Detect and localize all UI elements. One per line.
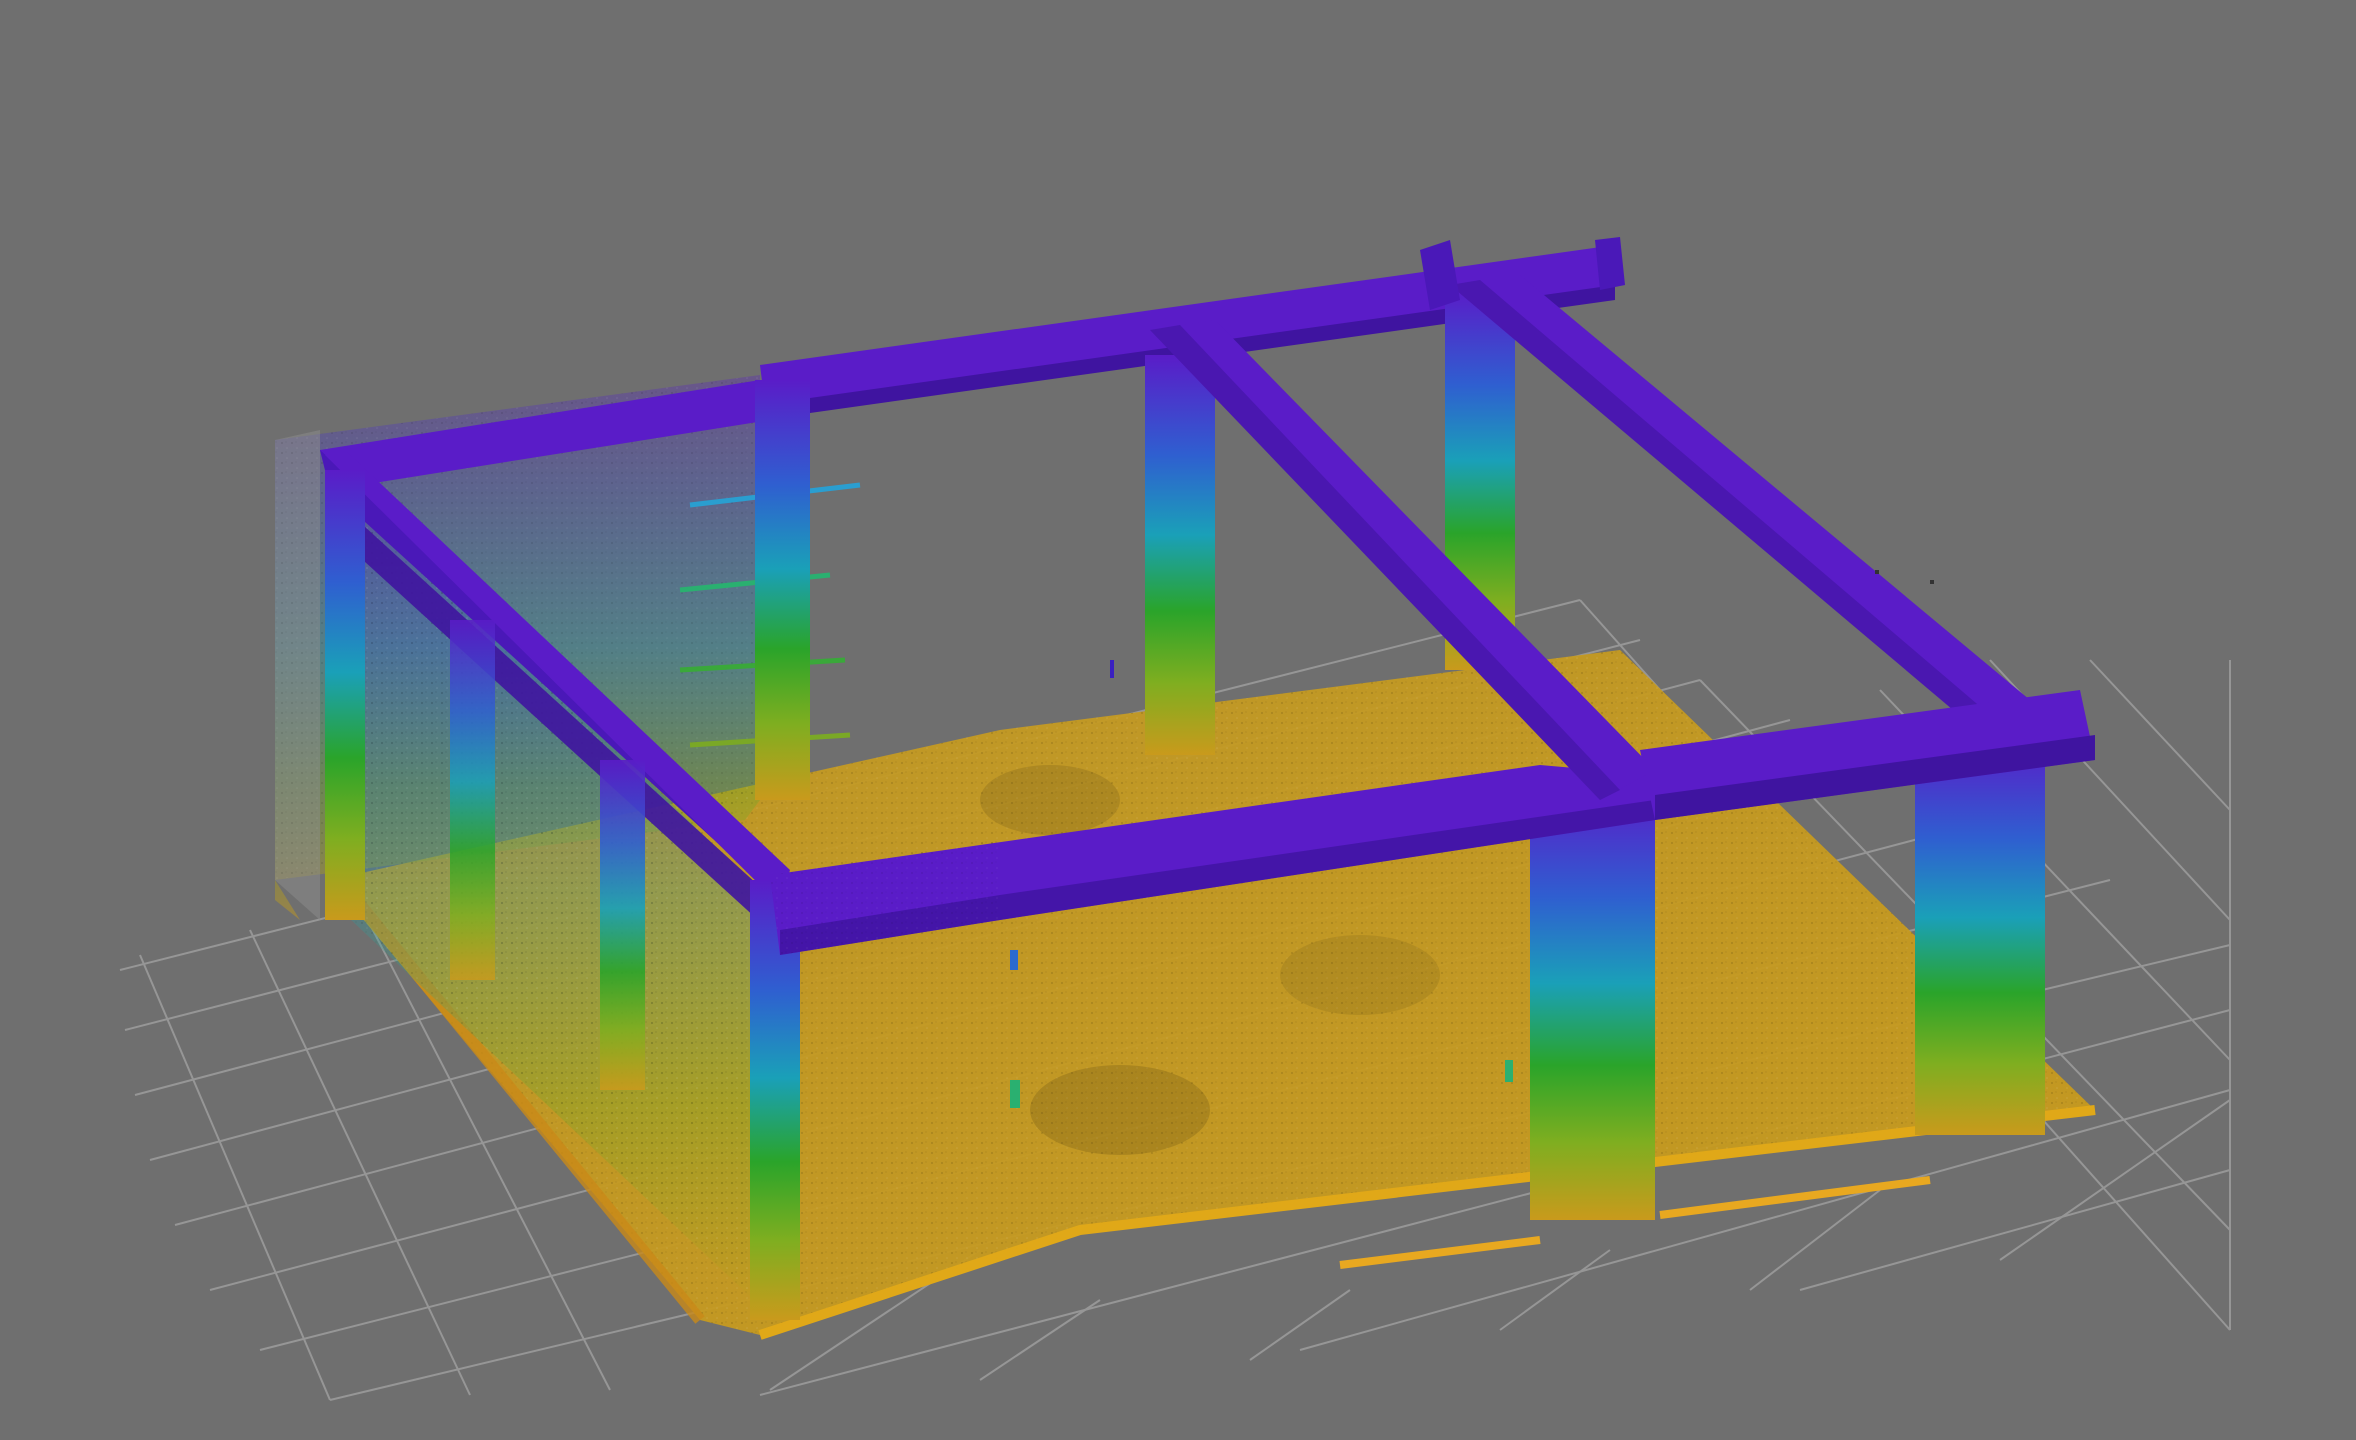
point-cloud-canvas[interactable] — [0, 0, 2356, 1440]
point-cloud-viewport[interactable] — [0, 0, 2356, 1440]
